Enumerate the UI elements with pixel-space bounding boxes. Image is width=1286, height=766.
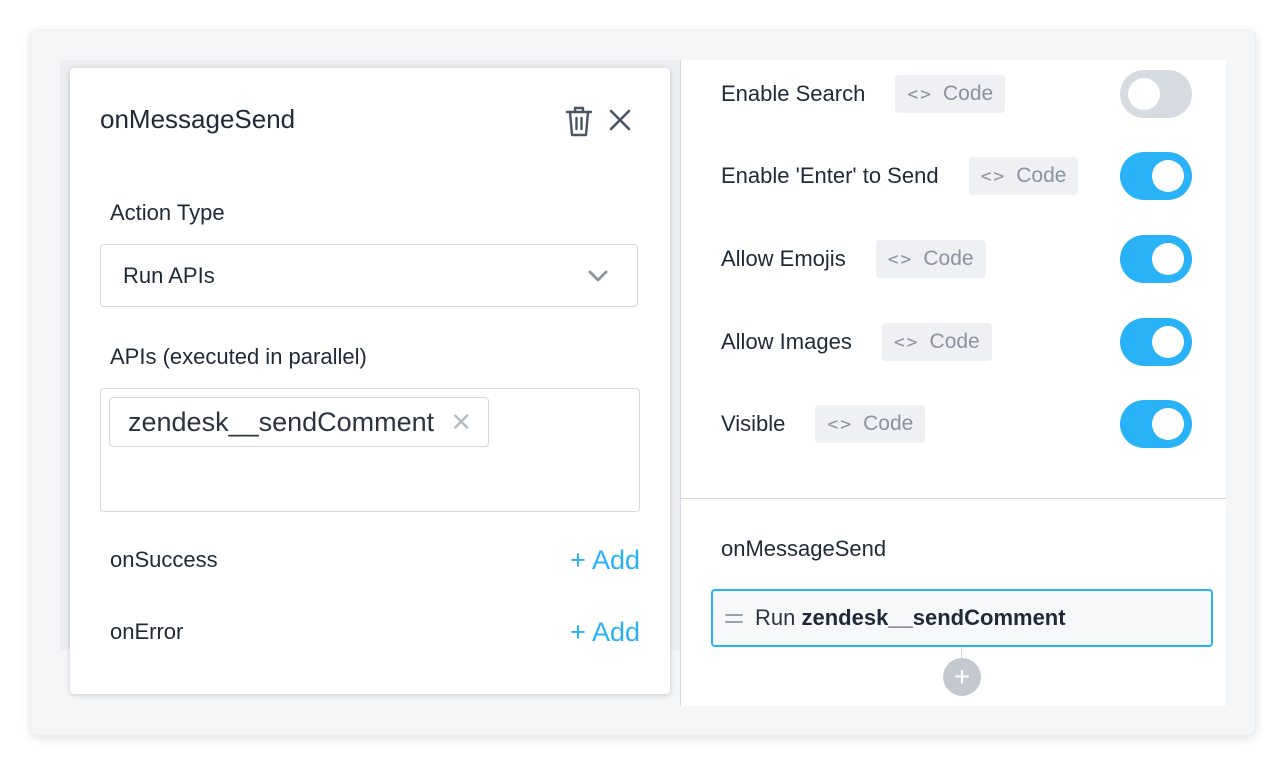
action-type-value: Run APIs: [123, 262, 215, 288]
code-icon: <>: [827, 413, 854, 435]
visible-toggle[interactable]: [1120, 400, 1192, 448]
property-enable-enter-to-send: Enable 'Enter' to Send <> Code: [721, 152, 1192, 200]
trash-icon[interactable]: [564, 104, 594, 138]
action-type-select[interactable]: Run APIs: [100, 244, 638, 307]
code-toggle-button[interactable]: <> Code: [815, 405, 926, 443]
on-error-row: onError + Add: [110, 612, 640, 652]
properties-panel: Enable Search <> Code Enable 'Enter' to …: [680, 60, 1226, 706]
property-label: Allow Images: [721, 329, 852, 354]
modal-title: onMessageSend: [100, 104, 296, 134]
toggle-knob: [1152, 160, 1184, 192]
on-error-add-button[interactable]: + Add: [570, 617, 640, 648]
toggle-knob: [1152, 408, 1184, 440]
enable-search-toggle[interactable]: [1120, 70, 1192, 118]
property-label: Enable Search: [721, 81, 866, 106]
on-success-label: onSuccess: [110, 547, 218, 572]
add-action-button[interactable]: +: [943, 658, 981, 696]
on-success-add-button[interactable]: + Add: [570, 545, 640, 576]
property-enable-search: Enable Search <> Code: [721, 70, 1192, 118]
event-action-item[interactable]: Run zendesk__sendComment: [711, 589, 1213, 647]
api-tag-label: zendesk__sendComment: [128, 406, 435, 437]
code-icon: <>: [907, 83, 934, 105]
toggle-knob: [1128, 78, 1160, 110]
property-label: Visible: [721, 411, 786, 436]
code-toggle-button[interactable]: <> Code: [875, 240, 986, 278]
apis-multiselect[interactable]: zendesk__sendComment ✕: [100, 388, 640, 512]
code-toggle-button[interactable]: <> Code: [881, 323, 992, 361]
event-action-prefix: Run: [755, 605, 796, 630]
event-action-text: Run zendesk__sendComment: [755, 605, 1066, 631]
code-label: Code: [923, 247, 974, 270]
code-toggle-button[interactable]: <> Code: [968, 157, 1079, 195]
on-success-row: onSuccess + Add: [110, 540, 640, 580]
toggle-knob: [1152, 326, 1184, 358]
allow-images-toggle[interactable]: [1120, 318, 1192, 366]
chevron-down-icon: [588, 270, 608, 282]
event-action-name: zendesk__sendComment: [801, 605, 1066, 630]
api-tag: zendesk__sendComment ✕: [109, 397, 489, 447]
close-icon[interactable]: [608, 108, 632, 132]
property-allow-images: Allow Images <> Code: [721, 318, 1192, 366]
code-toggle-button[interactable]: <> Code: [895, 75, 1006, 113]
remove-tag-icon[interactable]: ✕: [450, 407, 472, 438]
action-type-label: Action Type: [110, 200, 225, 225]
code-label: Code: [863, 412, 914, 435]
code-label: Code: [1016, 164, 1067, 187]
allow-emojis-toggle[interactable]: [1120, 235, 1192, 283]
code-label: Code: [943, 82, 994, 105]
property-visible: Visible <> Code: [721, 400, 1192, 448]
action-editor-modal: onMessageSend Action Type Run APIs APIs …: [70, 68, 670, 694]
code-label: Code: [929, 330, 980, 353]
code-icon: <>: [887, 248, 914, 270]
code-icon: <>: [980, 165, 1007, 187]
property-label: Allow Emojis: [721, 246, 846, 271]
event-section-title: onMessageSend: [721, 536, 887, 561]
drag-handle-icon[interactable]: [725, 613, 743, 623]
on-error-label: onError: [110, 619, 184, 644]
code-icon: <>: [893, 331, 920, 353]
enable-enter-to-send-toggle[interactable]: [1120, 152, 1192, 200]
apis-label: APIs (executed in parallel): [110, 344, 367, 369]
property-allow-emojis: Allow Emojis <> Code: [721, 235, 1192, 283]
property-label: Enable 'Enter' to Send: [721, 163, 939, 188]
section-divider: [681, 498, 1226, 499]
toggle-knob: [1152, 243, 1184, 275]
